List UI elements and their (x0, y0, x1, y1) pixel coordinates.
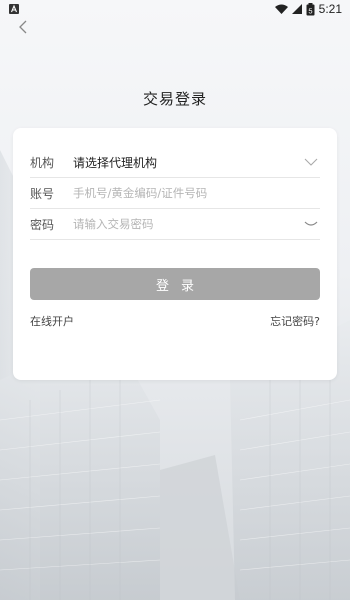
battery-level: 5 (308, 6, 312, 15)
back-button[interactable] (12, 16, 34, 38)
status-right: 5 5:21 (274, 2, 342, 16)
status-time: 5:21 (318, 2, 342, 16)
password-input[interactable] (73, 217, 302, 231)
cellular-signal-icon (291, 4, 302, 14)
org-label: 机构 (30, 155, 55, 170)
eye-closed-icon[interactable] (302, 217, 320, 231)
open-account-link[interactable]: 在线开户 (30, 313, 74, 329)
page-title: 交易登录 (142, 90, 207, 108)
chevron-left-icon (19, 20, 27, 34)
account-input[interactable] (73, 186, 320, 200)
password-label: 密码 (30, 217, 55, 232)
wifi-icon (274, 4, 288, 14)
forgot-password-link[interactable]: 忘记密码? (270, 313, 320, 329)
status-bar: 5 5:21 (0, 0, 350, 18)
notification-a-icon (9, 4, 19, 14)
login-button[interactable]: 登录 (30, 268, 320, 300)
chevron-down-icon[interactable] (302, 155, 320, 169)
battery-icon: 5 (306, 2, 315, 15)
password-row: 密码 (30, 209, 320, 240)
org-select-value[interactable]: 请选择代理机构 (73, 154, 302, 171)
org-select-row[interactable]: 机构 请选择代理机构 (30, 147, 320, 178)
account-row: 账号 (30, 178, 320, 209)
account-label: 账号 (30, 186, 55, 201)
status-left (9, 4, 19, 14)
login-card: 机构 请选择代理机构 账号 密码 登录 在线开户 忘记密码? (13, 128, 337, 380)
